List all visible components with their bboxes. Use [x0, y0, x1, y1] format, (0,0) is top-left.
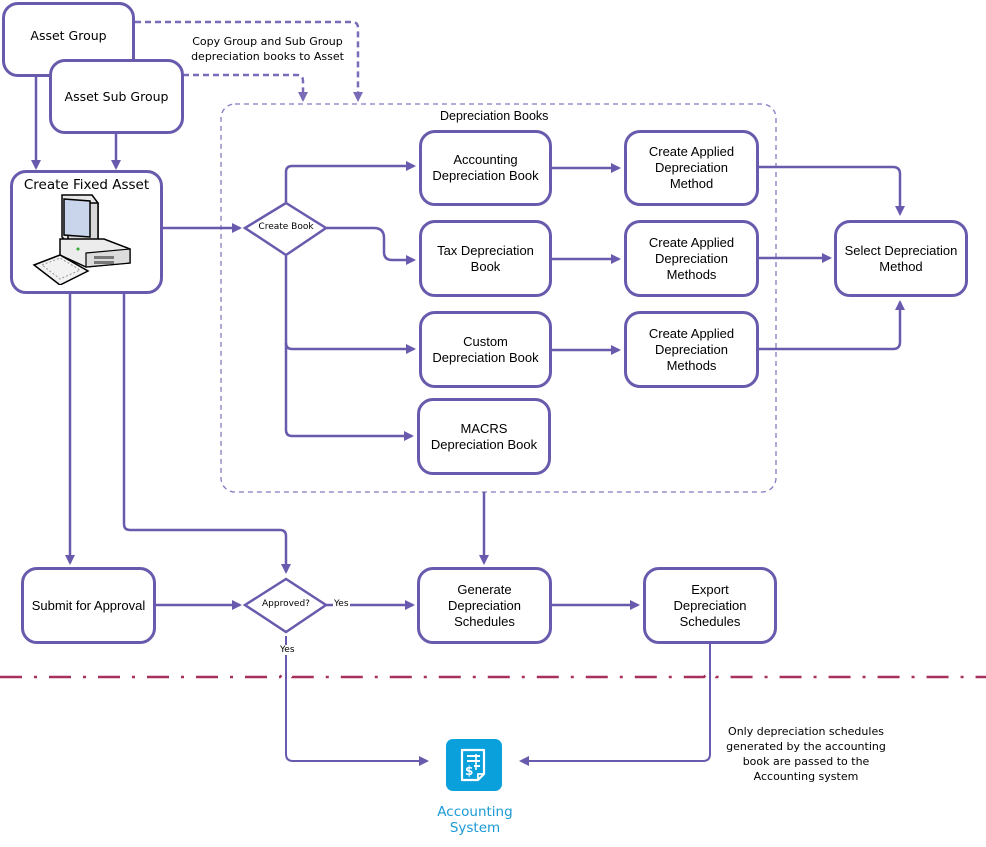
create-applied-method-node-1[interactable]: Create Applied Depreciation Method [624, 130, 759, 206]
create-book-to-custom [284, 256, 416, 354]
custom-depreciation-book-node[interactable]: Custom Depreciation Book [419, 311, 552, 388]
tax-depreciation-book-node[interactable]: Tax Depreciation Book [419, 220, 552, 297]
method1-to-select [758, 165, 905, 216]
approved-label: Approved? [262, 599, 310, 609]
accounting-only-note: Only depreciation schedules generated by… [726, 725, 886, 783]
copy-books-note: Copy Group and Sub Group depreciation bo… [191, 35, 344, 63]
create-book-to-accounting [284, 161, 416, 202]
create-applied-methods-node-3[interactable]: Create Applied Depreciation Methods [624, 311, 759, 388]
fixed-asset-to-approved [122, 294, 291, 574]
create-book-label: Create Book [258, 222, 314, 232]
accounting-depreciation-book-node[interactable]: Accounting Depreciation Book [419, 130, 552, 206]
method3-to-select [758, 300, 905, 351]
accounting-system-label: Accounting System [437, 804, 513, 836]
create-fixed-asset-label: Create Fixed Asset [23, 177, 150, 193]
macrs-depreciation-book-node[interactable]: MACRS Depreciation Book [417, 398, 551, 475]
depreciation-books-label: Depreciation Books [440, 109, 549, 123]
desktop-computer-icon [32, 194, 131, 285]
approved-yes-down-label: Yes [279, 645, 296, 655]
create-applied-methods-node-2[interactable]: Create Applied Depreciation Methods [624, 220, 759, 297]
export-to-accounting-system [519, 644, 711, 766]
approved-yes-right-label: Yes [333, 599, 350, 609]
invoice-dollar-icon: $ [460, 748, 486, 782]
create-book-to-macrs [284, 343, 414, 441]
submit-for-approval-node[interactable]: Submit for Approval [21, 567, 156, 644]
asset-sub-group-node[interactable]: Asset Sub Group [49, 59, 184, 134]
generate-depreciation-schedules-node[interactable]: Generate Depreciation Schedules [417, 567, 552, 644]
export-depreciation-schedules-node[interactable]: Export Depreciation Schedules [643, 567, 777, 644]
copy-subgroup-books-arrow [183, 73, 308, 102]
accounting-system-node[interactable]: $ [446, 739, 502, 791]
select-depreciation-method-node[interactable]: Select Depreciation Method [834, 220, 968, 297]
svg-text:$: $ [465, 764, 473, 778]
approved-to-accounting-system [285, 636, 429, 766]
create-book-to-tax [326, 226, 416, 265]
system-boundary-line [0, 672, 986, 679]
